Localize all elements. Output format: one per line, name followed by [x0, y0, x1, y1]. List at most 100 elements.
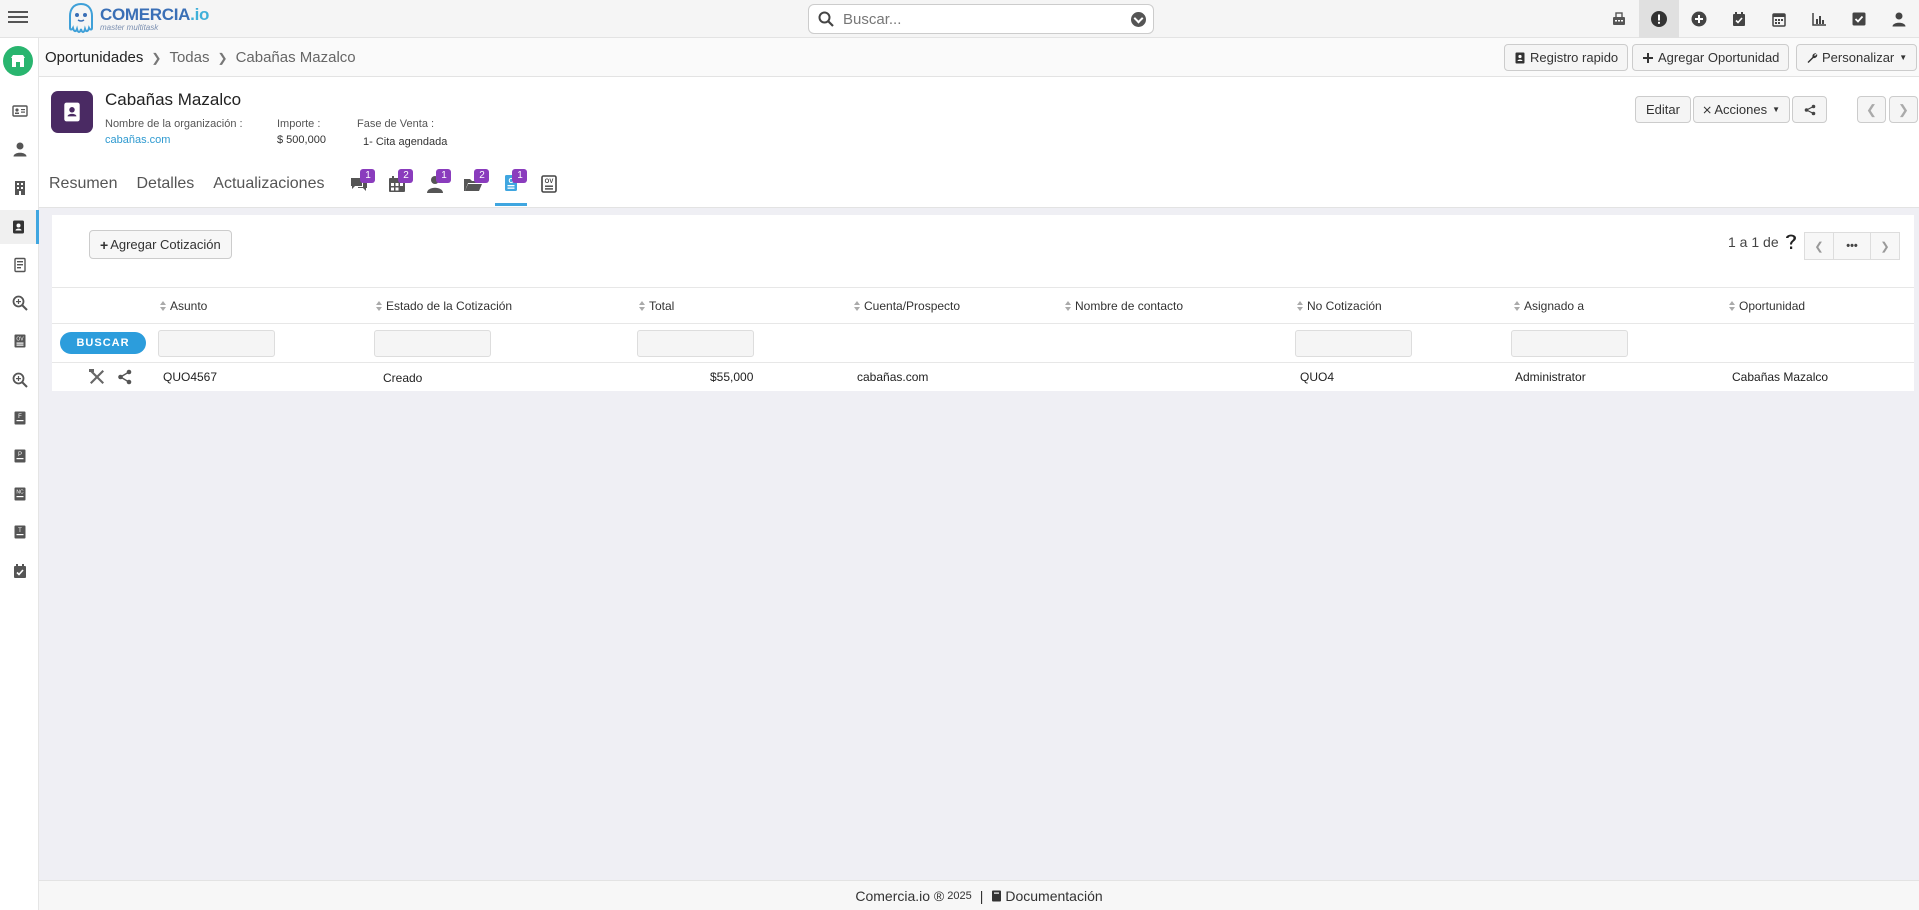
column-label: No Cotización	[1307, 299, 1382, 313]
add-quote-button[interactable]: + Agregar Cotización	[89, 230, 232, 259]
svg-text:OV: OV	[16, 337, 24, 343]
rail-item-quotes[interactable]	[0, 248, 39, 282]
cell-subject[interactable]: QUO4567	[163, 370, 217, 384]
chevron-left-icon: ❮	[1814, 240, 1824, 253]
page-jump-button[interactable]: •••	[1833, 232, 1871, 260]
filter-status-input[interactable]	[374, 330, 491, 357]
share-icon[interactable]	[116, 368, 134, 386]
quotes-count-badge: 1	[512, 169, 528, 183]
next-record-button[interactable]: ❯	[1889, 96, 1918, 123]
column-quote-status[interactable]: Estado de la Cotización	[376, 299, 512, 313]
actions-button[interactable]: Acciones ▼	[1693, 96, 1790, 123]
search-input[interactable]	[843, 10, 1123, 28]
table-header: Asunto Estado de la Cotización Total Cue…	[52, 287, 1914, 324]
add-opportunity-button[interactable]: Agregar Oportunidad	[1632, 44, 1790, 71]
plus-circle-icon	[1691, 11, 1707, 27]
tab-details[interactable]: Detalles	[136, 175, 194, 193]
rail-item-tickets[interactable]: T	[0, 515, 39, 549]
rail-item-organizations[interactable]	[0, 171, 39, 205]
calendar-check-icon	[13, 564, 26, 578]
breadcrumb-module[interactable]: Oportunidades	[45, 49, 143, 66]
calendar-button[interactable]	[1759, 0, 1799, 38]
column-label: Oportunidad	[1739, 299, 1806, 313]
footer: Comercia.io ® 2025 | Documentación	[39, 880, 1919, 910]
column-opportunity[interactable]: Oportunidad	[1729, 299, 1805, 313]
rail-item-tasks[interactable]	[0, 554, 39, 588]
tab-quotes[interactable]: C 1	[495, 162, 528, 206]
app-name: COMERCIA	[100, 5, 191, 24]
breadcrumb-filter[interactable]: Todas	[169, 49, 209, 66]
documentation-link[interactable]: Documentación	[1005, 888, 1102, 904]
checklist-button[interactable]	[1839, 0, 1879, 38]
rail-item-search-two[interactable]	[0, 363, 39, 397]
question-icon[interactable]	[1783, 233, 1799, 251]
user-icon	[13, 142, 26, 157]
tab-contacts[interactable]: 1	[419, 162, 452, 206]
rail-item-contacts[interactable]	[0, 132, 39, 166]
filter-quote-number-input[interactable]	[1295, 330, 1412, 357]
rail-item-sales-orders[interactable]: OV	[0, 324, 39, 358]
app-name-suffix: .io	[190, 5, 210, 24]
filter-assigned-input[interactable]	[1511, 330, 1628, 357]
cell-opportunity[interactable]: Cabañas Mazalco	[1732, 370, 1828, 384]
rail-item-search-one[interactable]	[0, 286, 39, 320]
column-subject[interactable]: Asunto	[160, 299, 207, 313]
sort-icon	[160, 301, 167, 311]
share-button[interactable]	[1792, 96, 1827, 123]
quick-create-button[interactable]	[1599, 0, 1639, 38]
search-button[interactable]: BUSCAR	[60, 332, 146, 354]
user-menu-button[interactable]	[1879, 0, 1919, 38]
filter-subject-input[interactable]	[158, 330, 275, 357]
rail-item-invoices[interactable]: F	[0, 401, 39, 435]
column-total[interactable]: Total	[639, 299, 674, 313]
module-home-button[interactable]	[3, 46, 33, 76]
sort-icon	[1065, 301, 1072, 311]
filter-total-input[interactable]	[637, 330, 754, 357]
breadcrumb-bar: Oportunidades ❯ Todas ❯ Cabañas Mazalco …	[39, 38, 1919, 77]
tab-comments[interactable]: 1	[343, 162, 376, 206]
caret-down-icon: ▼	[1899, 53, 1908, 62]
column-quote-number[interactable]: No Cotización	[1297, 299, 1382, 313]
sales-order-icon: OV	[14, 334, 25, 348]
reports-button[interactable]	[1799, 0, 1839, 38]
chevron-left-icon: ❮	[1866, 101, 1877, 117]
sales-stage-value[interactable]: 1- Cita agendada	[363, 136, 447, 148]
tools-icon[interactable]	[88, 368, 106, 386]
rail-item-leads[interactable]	[0, 94, 39, 128]
previous-page-button[interactable]: ❮	[1804, 232, 1834, 260]
rail-item-purchase-orders[interactable]: P	[0, 439, 39, 473]
tab-sales-orders[interactable]: OV	[533, 162, 565, 206]
column-account[interactable]: Cuenta/Prospecto	[854, 299, 960, 313]
edit-button[interactable]: Editar	[1635, 96, 1691, 123]
hamburger-menu-icon[interactable]	[8, 8, 28, 28]
cell-account[interactable]: cabañas.com	[857, 370, 928, 384]
tab-updates[interactable]: Actualizaciones	[213, 175, 324, 193]
add-quote-label: Agregar Cotización	[110, 237, 221, 252]
previous-record-button[interactable]: ❮	[1857, 96, 1886, 123]
column-assigned-to[interactable]: Asignado a	[1514, 299, 1584, 313]
next-page-button[interactable]: ❯	[1870, 232, 1900, 260]
quick-register-button[interactable]: Registro rapido	[1504, 44, 1629, 71]
comments-count-badge: 1	[360, 169, 376, 183]
org-name-value[interactable]: cabañas.com	[105, 134, 170, 146]
tab-documents[interactable]: 2	[457, 162, 490, 206]
tasks-button[interactable]	[1719, 0, 1759, 38]
rail-item-credit-notes[interactable]: NC	[0, 477, 39, 511]
plus-icon: +	[100, 236, 109, 253]
rail-item-opportunities[interactable]	[0, 210, 39, 244]
app-logo[interactable]: COMERCIA.io master multitask	[66, 1, 209, 37]
tab-activities[interactable]: 2	[381, 162, 414, 206]
alerts-button[interactable]	[1639, 0, 1679, 38]
footer-brand: Comercia.io ®	[855, 887, 945, 904]
chevron-right-icon: ❯	[1898, 101, 1909, 117]
tab-summary[interactable]: Resumen	[49, 175, 117, 193]
add-button[interactable]	[1679, 0, 1719, 38]
column-label: Cuenta/Prospecto	[864, 299, 961, 313]
customize-button[interactable]: Personalizar ▼	[1796, 44, 1918, 71]
plus-icon	[1643, 52, 1653, 63]
search-options-chevron-icon[interactable]	[1131, 12, 1146, 27]
top-actions	[1599, 0, 1919, 38]
column-contact-name[interactable]: Nombre de contacto	[1065, 299, 1183, 313]
column-label: Asunto	[170, 299, 208, 313]
actions-label: Acciones	[1714, 102, 1768, 117]
